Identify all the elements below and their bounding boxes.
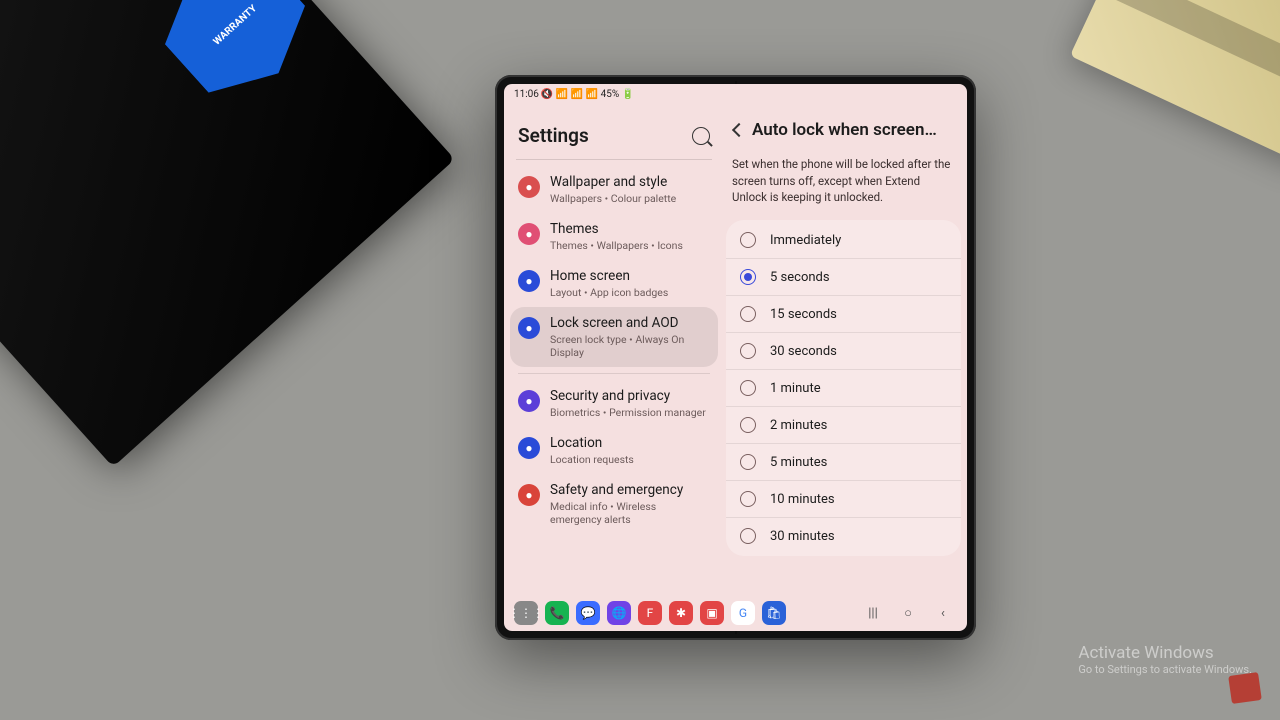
settings-list[interactable]: ● Wallpaper and styleWallpapers • Colour … (506, 166, 722, 597)
detail-title: Auto lock when screen… (752, 120, 955, 140)
dock-google[interactable]: G (731, 601, 755, 625)
radio-icon (740, 491, 756, 507)
radio-label: 5 seconds (770, 270, 830, 285)
wallpaper-style-icon: ● (518, 176, 540, 198)
sidebar-item-label: Home screen (550, 268, 668, 285)
radio-icon (740, 232, 756, 248)
settings-title: Settings (518, 124, 589, 147)
sidebar-item-sub: Biometrics • Permission manager (550, 406, 706, 419)
status-bar: 11:06 🔇 📶 📶 📶 45% 🔋 (504, 84, 967, 104)
radio-icon (740, 343, 756, 359)
auto-lock-option[interactable]: 2 minutes (726, 406, 961, 443)
home-screen-icon: ● (518, 270, 540, 292)
dock-bar: ⋮⋮⋮ 📞 💬 🌐 F ✱ ▣ G 🛍 ||| ○ ‹ (504, 597, 967, 631)
dock-app-drawer[interactable]: ⋮⋮⋮ (514, 601, 538, 625)
radio-icon (740, 306, 756, 322)
dock-browser[interactable]: 🌐 (607, 601, 631, 625)
radio-icon (740, 380, 756, 396)
sidebar-item-sub: Screen lock type • Always On Display (550, 333, 708, 359)
nav-home[interactable]: ○ (894, 602, 922, 624)
sidebar-item-location[interactable]: ● LocationLocation requests (510, 427, 718, 474)
sidebar-item-label: Safety and emergency (550, 482, 708, 499)
back-icon[interactable] (732, 123, 746, 137)
lock-screen-aod-icon: ● (518, 317, 540, 339)
radio-label: 30 seconds (770, 344, 837, 359)
radio-label: 1 minute (770, 381, 821, 396)
auto-lock-option[interactable]: 15 seconds (726, 295, 961, 332)
sidebar-item-sub: Layout • App icon badges (550, 286, 668, 299)
header-divider (516, 159, 712, 160)
sidebar-item-home-screen[interactable]: ● Home screenLayout • App icon badges (510, 260, 718, 307)
sidebar-item-label: Themes (550, 221, 683, 238)
radio-label: 10 minutes (770, 492, 835, 507)
security-privacy-icon: ● (518, 390, 540, 412)
sidebar-item-sub: Medical info • Wireless emergency alerts (550, 500, 708, 526)
sidebar-item-label: Lock screen and AOD (550, 315, 708, 332)
auto-lock-options: Immediately 5 seconds 15 seconds 30 seconds… (726, 220, 961, 556)
sidebar-item-themes[interactable]: ● ThemesThemes • Wallpapers • Icons (510, 213, 718, 260)
dock-phone[interactable]: 📞 (545, 601, 569, 625)
radio-label: 5 minutes (770, 455, 827, 470)
radio-label: Immediately (770, 233, 841, 248)
radio-icon (740, 528, 756, 544)
screen: 11:06 🔇 📶 📶 📶 45% 🔋 Settings ● Wallpaper … (504, 84, 967, 631)
corner-badge (1228, 672, 1262, 704)
sidebar-item-label: Location (550, 435, 634, 452)
settings-detail-pane: Auto lock when screen… Set when the phon… (722, 104, 967, 597)
radio-label: 2 minutes (770, 418, 827, 433)
auto-lock-option[interactable]: 5 seconds (726, 258, 961, 295)
radio-label: 15 seconds (770, 307, 837, 322)
radio-icon (740, 417, 756, 433)
location-icon: ● (518, 437, 540, 459)
dock-messages[interactable]: 💬 (576, 601, 600, 625)
sidebar-item-security-privacy[interactable]: ● Security and privacyBiometrics • Permis… (510, 380, 718, 427)
dock-gallery[interactable]: ▣ (700, 601, 724, 625)
auto-lock-option[interactable]: 30 minutes (726, 517, 961, 554)
auto-lock-option[interactable]: 10 minutes (726, 480, 961, 517)
radio-label: 30 minutes (770, 529, 835, 544)
themes-icon: ● (518, 223, 540, 245)
tablet-frame: 11:06 🔇 📶 📶 📶 45% 🔋 Settings ● Wallpaper … (495, 75, 976, 640)
detail-description: Set when the phone will be locked after … (724, 150, 963, 220)
sidebar-item-sub: Themes • Wallpapers • Icons (550, 239, 683, 252)
dock-flipboard[interactable]: F (638, 601, 662, 625)
nav-back[interactable]: ‹ (929, 602, 957, 624)
nav-recents[interactable]: ||| (859, 602, 887, 624)
dock-finder[interactable]: ✱ (669, 601, 693, 625)
auto-lock-option[interactable]: Immediately (726, 222, 961, 258)
sidebar-item-label: Wallpaper and style (550, 174, 676, 191)
sidebar-item-lock-screen-aod[interactable]: ● Lock screen and AODScreen lock type • A… (510, 307, 718, 367)
sidebar-item-sub: Wallpapers • Colour palette (550, 192, 676, 205)
sidebar-item-sub: Location requests (550, 453, 634, 466)
status-indicators: 🔇 📶 📶 📶 45% 🔋 (539, 89, 957, 100)
auto-lock-option[interactable]: 5 minutes (726, 443, 961, 480)
auto-lock-option[interactable]: 30 seconds (726, 332, 961, 369)
windows-watermark: Activate Windows Go to Settings to activ… (1078, 643, 1252, 676)
radio-icon (740, 269, 756, 285)
sidebar-item-wallpaper-style[interactable]: ● Wallpaper and styleWallpapers • Colour … (510, 166, 718, 213)
radio-icon (740, 454, 756, 470)
sidebar-item-safety-emergency[interactable]: ● Safety and emergencyMedical info • Wire… (510, 474, 718, 534)
prop-wood-block (1070, 0, 1280, 166)
sidebar-item-label: Security and privacy (550, 388, 706, 405)
dock-store[interactable]: 🛍 (762, 601, 786, 625)
search-icon[interactable] (692, 127, 710, 145)
auto-lock-option[interactable]: 1 minute (726, 369, 961, 406)
status-time: 11:06 (514, 89, 539, 100)
settings-master-pane: Settings ● Wallpaper and styleWallpapers … (504, 104, 722, 597)
safety-emergency-icon: ● (518, 484, 540, 506)
